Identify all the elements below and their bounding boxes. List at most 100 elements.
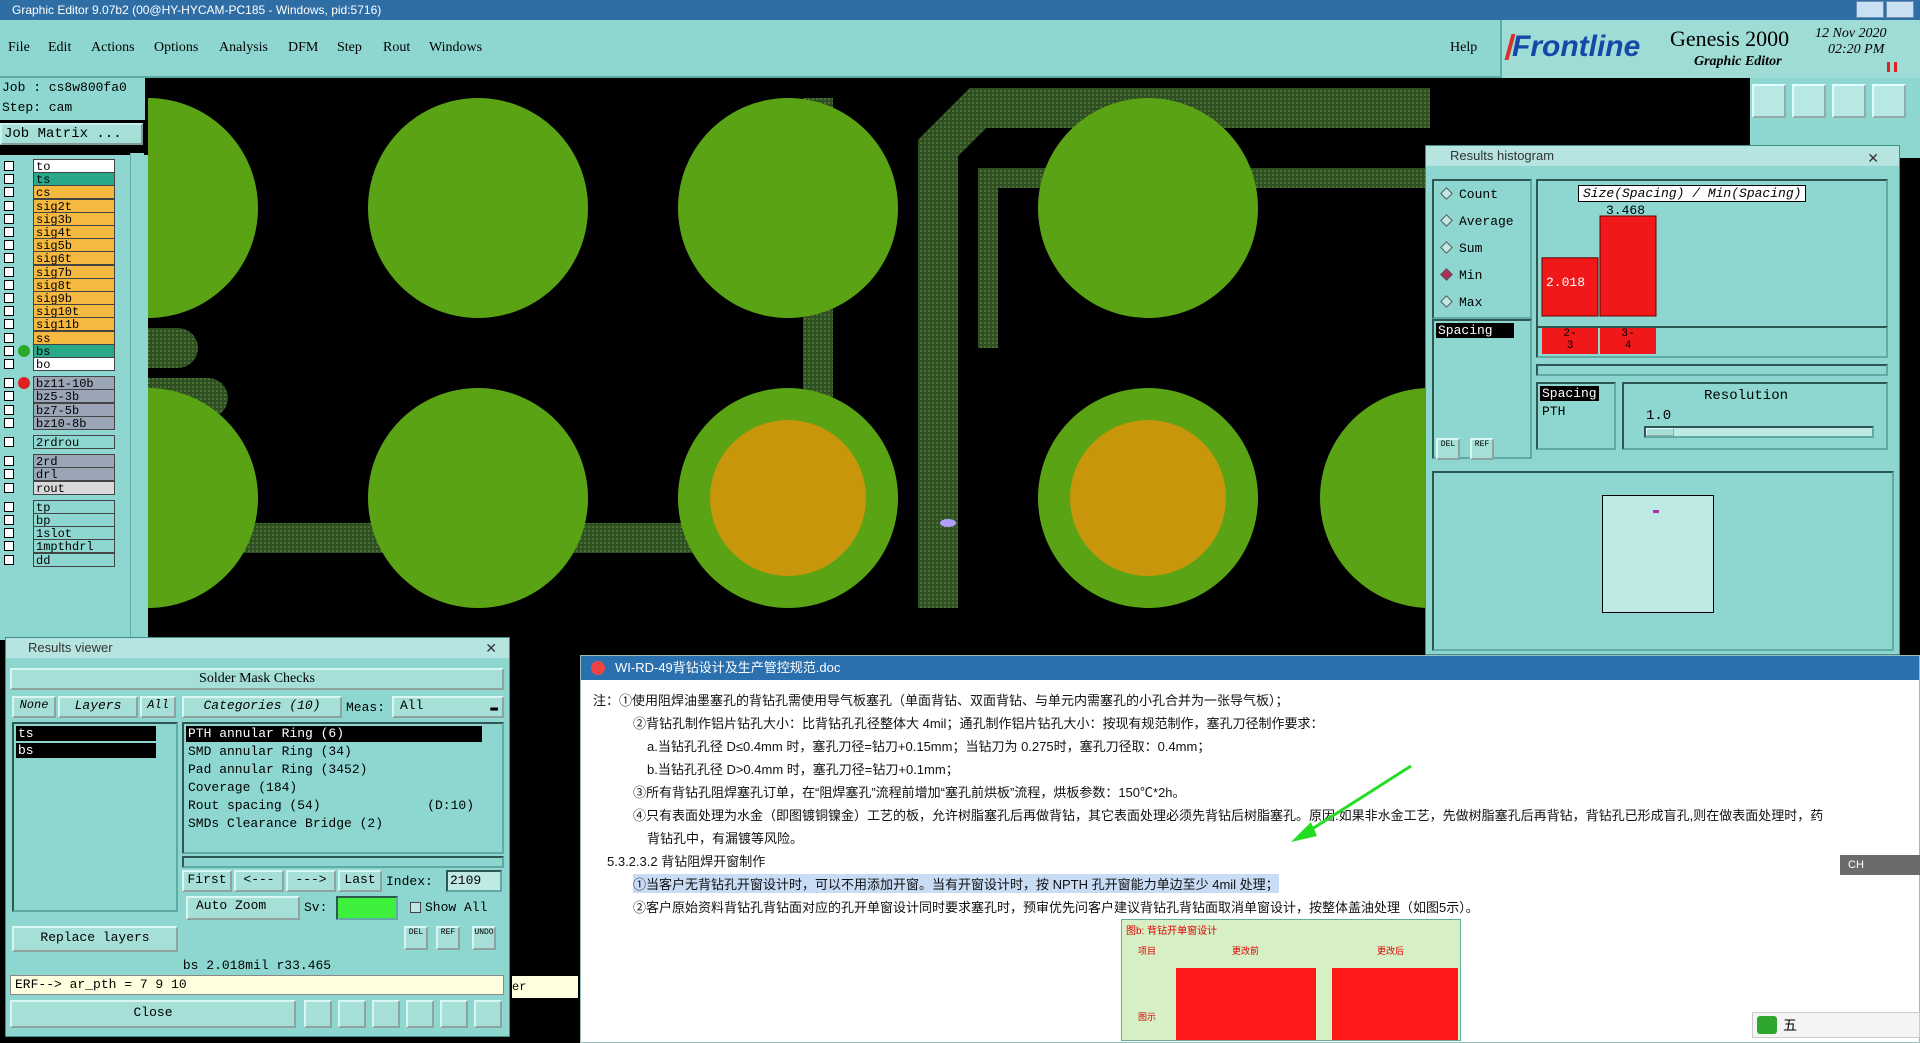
list-icon[interactable] [440,1000,468,1028]
layer-checkbox[interactable] [4,391,14,402]
layer-name[interactable]: tp [33,499,115,515]
layer-name[interactable]: bz11-10b [33,376,115,391]
close-icon[interactable]: ✕ [1867,148,1879,168]
prev-button[interactable]: <--- [234,870,284,892]
ime-bar[interactable]: 五 [1752,1012,1920,1038]
close-button[interactable]: Close [10,1000,296,1028]
undo-button[interactable]: UNDO [472,926,496,950]
layer-row-bz10-8b[interactable]: bz10-8b [0,415,148,431]
layer-row-rout[interactable]: rout [0,480,148,496]
layer-name[interactable]: ts [33,172,115,187]
stop-icon[interactable] [338,1000,366,1028]
layer-checkbox[interactable] [4,417,14,428]
layer-name[interactable]: cs [33,185,115,200]
ime-toolbar[interactable]: CH [1840,855,1920,875]
tool-home-icon[interactable] [1752,84,1786,118]
category-item[interactable]: SMD annular Ring (34) [186,744,482,760]
last-button[interactable]: Last [338,870,382,892]
category-item[interactable]: SMDs Clearance Bridge (2) [186,816,482,832]
layer-checkbox[interactable] [4,227,14,237]
chart-icon[interactable] [474,1000,502,1028]
layer-name[interactable]: 1slot [33,526,115,541]
layer-name[interactable]: bo [33,357,115,372]
layer-name[interactable]: 1mpthdrl [33,539,115,554]
layers-button[interactable]: Layers [58,696,138,718]
meas-select[interactable]: All ▬ [392,696,504,718]
tool-down-icon[interactable] [1792,84,1826,118]
categories-list[interactable]: PTH annular Ring (6) SMD annular Ring (34… [182,722,504,854]
layer-list-scrollbar[interactable] [130,153,144,643]
category-item[interactable]: PTH annular Ring (6) [186,726,482,742]
layer-name[interactable]: sig10t [33,304,115,319]
histogram-bar[interactable] [1599,215,1657,317]
layer-checkbox[interactable] [4,306,14,317]
layer-name[interactable]: to [33,159,115,174]
layer-name[interactable]: sig6t [33,251,115,266]
layer-name[interactable]: rout [33,480,115,496]
layer-checkbox[interactable] [4,332,14,343]
layer-name[interactable]: bs [33,343,115,359]
layer-checkbox[interactable] [4,456,14,467]
layer-checkbox[interactable] [4,437,14,447]
none-button[interactable]: None [12,696,56,718]
layer-name[interactable]: bz10-8b [33,415,115,431]
layer-checkbox[interactable] [4,345,14,356]
mode-max[interactable]: Max [1440,295,1482,310]
menu-actions[interactable]: Actions [91,40,135,56]
layer-checkbox[interactable] [4,501,14,512]
measure-item-spacing[interactable]: Spacing [1436,323,1514,338]
marker-icon[interactable] [304,1000,332,1028]
maximize-button[interactable] [1886,1,1914,18]
mode-count[interactable]: Count [1440,187,1498,202]
layer-checkbox[interactable] [4,378,14,389]
layer-checkbox[interactable] [4,213,14,224]
layer-row-bo[interactable]: bo [0,357,148,372]
menu-help[interactable]: Help [1450,40,1477,56]
layer-name[interactable]: sig8t [33,277,115,293]
histogram-scrollbar[interactable] [1536,364,1888,376]
layer-checkbox[interactable] [4,266,14,277]
show-all-checkbox[interactable] [410,902,421,913]
layer-name[interactable]: 2rdrou [33,435,115,450]
layer-checkbox[interactable] [4,482,14,493]
layer-name[interactable]: sig2t [33,198,115,214]
sv-color-select[interactable] [336,896,398,920]
layer-checkbox[interactable] [4,174,14,185]
layer-checkbox[interactable] [4,554,14,565]
layer-checkbox[interactable] [4,240,14,251]
layer-checkbox[interactable] [4,404,14,415]
del-button[interactable]: DEL [404,926,428,950]
mode-min[interactable]: Min [1440,268,1482,283]
layer-checkbox[interactable] [4,161,14,171]
job-matrix-button[interactable]: Job Matrix ... [0,123,143,145]
layer-name[interactable]: sig5b [33,238,115,253]
first-button[interactable]: First [182,870,232,892]
layer-checkbox[interactable] [4,528,14,539]
layer-checkbox[interactable] [4,515,14,525]
layer-checkbox[interactable] [4,359,14,369]
layer-checkbox[interactable] [4,200,14,211]
layer-checkbox[interactable] [4,541,14,552]
layer-name[interactable]: drl [33,467,115,482]
layer-checkbox[interactable] [4,319,14,330]
check-icon[interactable] [406,1000,434,1028]
close-icon[interactable]: ✕ [485,638,497,658]
category-item[interactable]: Rout spacing (54) (D:10) [186,798,482,814]
layer-name[interactable]: 2rd [33,454,115,469]
mode-average[interactable]: Average [1440,214,1514,229]
menu-rout[interactable]: Rout [383,40,410,56]
menu-dfm[interactable]: DFM [288,40,318,56]
del-button[interactable]: DEL [1436,438,1460,460]
layer-row-dd[interactable]: dd [0,552,148,568]
menu-edit[interactable]: Edit [48,40,71,56]
menu-options[interactable]: Options [154,40,198,56]
all-button[interactable]: All [140,696,176,718]
layer-name[interactable]: ss [33,330,115,346]
cross-icon[interactable] [372,1000,400,1028]
layer-name[interactable]: sig4t [33,225,115,240]
categories-scrollbar[interactable] [182,856,504,868]
layer-checkbox[interactable] [4,469,14,480]
layer-name[interactable]: dd [33,552,115,568]
index-input[interactable]: 2109 [446,870,502,892]
menu-analysis[interactable]: Analysis [219,40,268,56]
